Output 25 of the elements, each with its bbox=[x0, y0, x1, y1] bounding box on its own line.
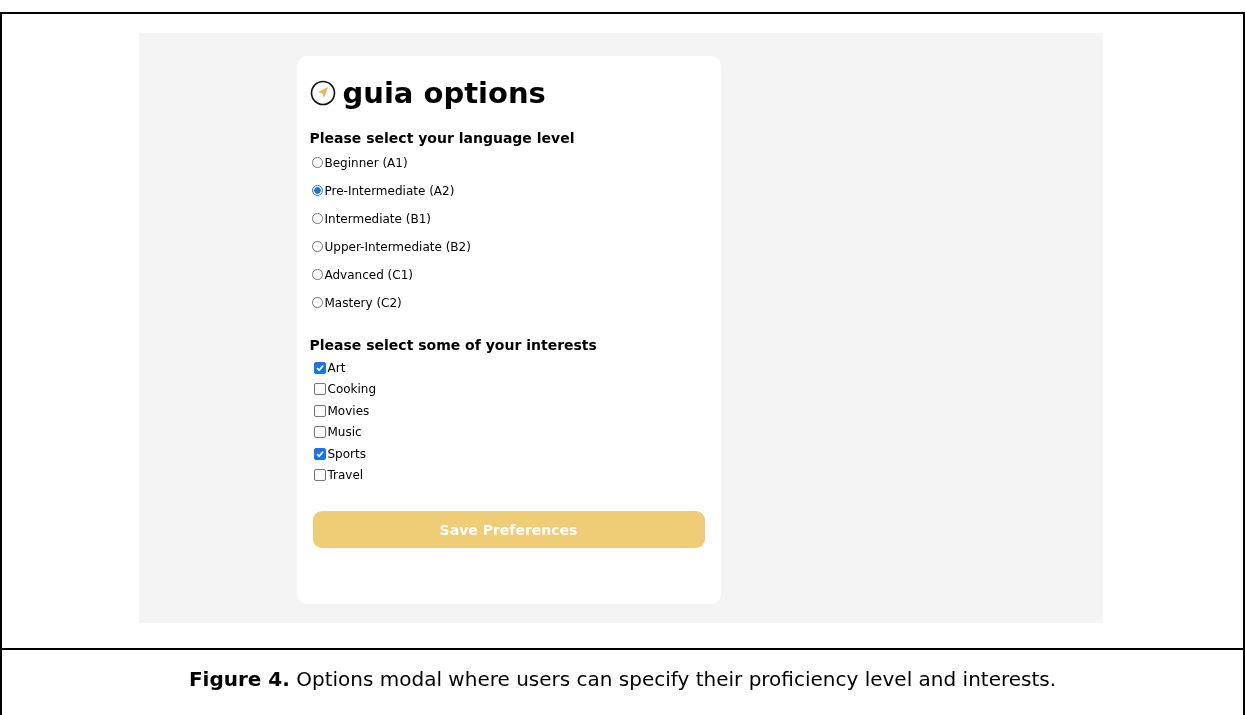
checkbox[interactable] bbox=[313, 447, 326, 460]
option-label: Mastery (C2) bbox=[324, 295, 402, 310]
radio-button[interactable] bbox=[311, 185, 323, 196]
modal-title: guia options bbox=[342, 76, 546, 110]
checkbox[interactable] bbox=[313, 361, 326, 374]
option-label: Music bbox=[327, 425, 362, 440]
option-label: Art bbox=[327, 360, 346, 375]
checkbox[interactable] bbox=[313, 469, 326, 482]
option-label: Pre-Intermediate (A2) bbox=[324, 183, 455, 198]
option-label: Cooking bbox=[327, 382, 377, 397]
section-heading: Please select some of your interests bbox=[309, 337, 598, 353]
option-label: Intermediate (B1) bbox=[324, 211, 431, 226]
option-label: Movies bbox=[327, 403, 370, 418]
option-label: Beginner (A1) bbox=[324, 155, 408, 170]
option-label: Travel bbox=[327, 468, 364, 483]
checkbox[interactable] bbox=[313, 426, 326, 439]
save-preferences-button[interactable]: Save Preferences bbox=[312, 511, 705, 548]
option-label: Sports bbox=[327, 446, 366, 461]
figure-caption: Figure 4. Options modal where users can specify their proficiency level and interests. bbox=[188, 666, 1057, 691]
checkbox[interactable] bbox=[313, 383, 326, 396]
option-label: Upper-Intermediate (B2) bbox=[324, 239, 471, 254]
section-heading: Please select your language level bbox=[309, 130, 576, 146]
option-label: Advanced (C1) bbox=[324, 267, 413, 282]
checkbox[interactable] bbox=[313, 404, 326, 417]
compass-icon bbox=[309, 80, 336, 106]
